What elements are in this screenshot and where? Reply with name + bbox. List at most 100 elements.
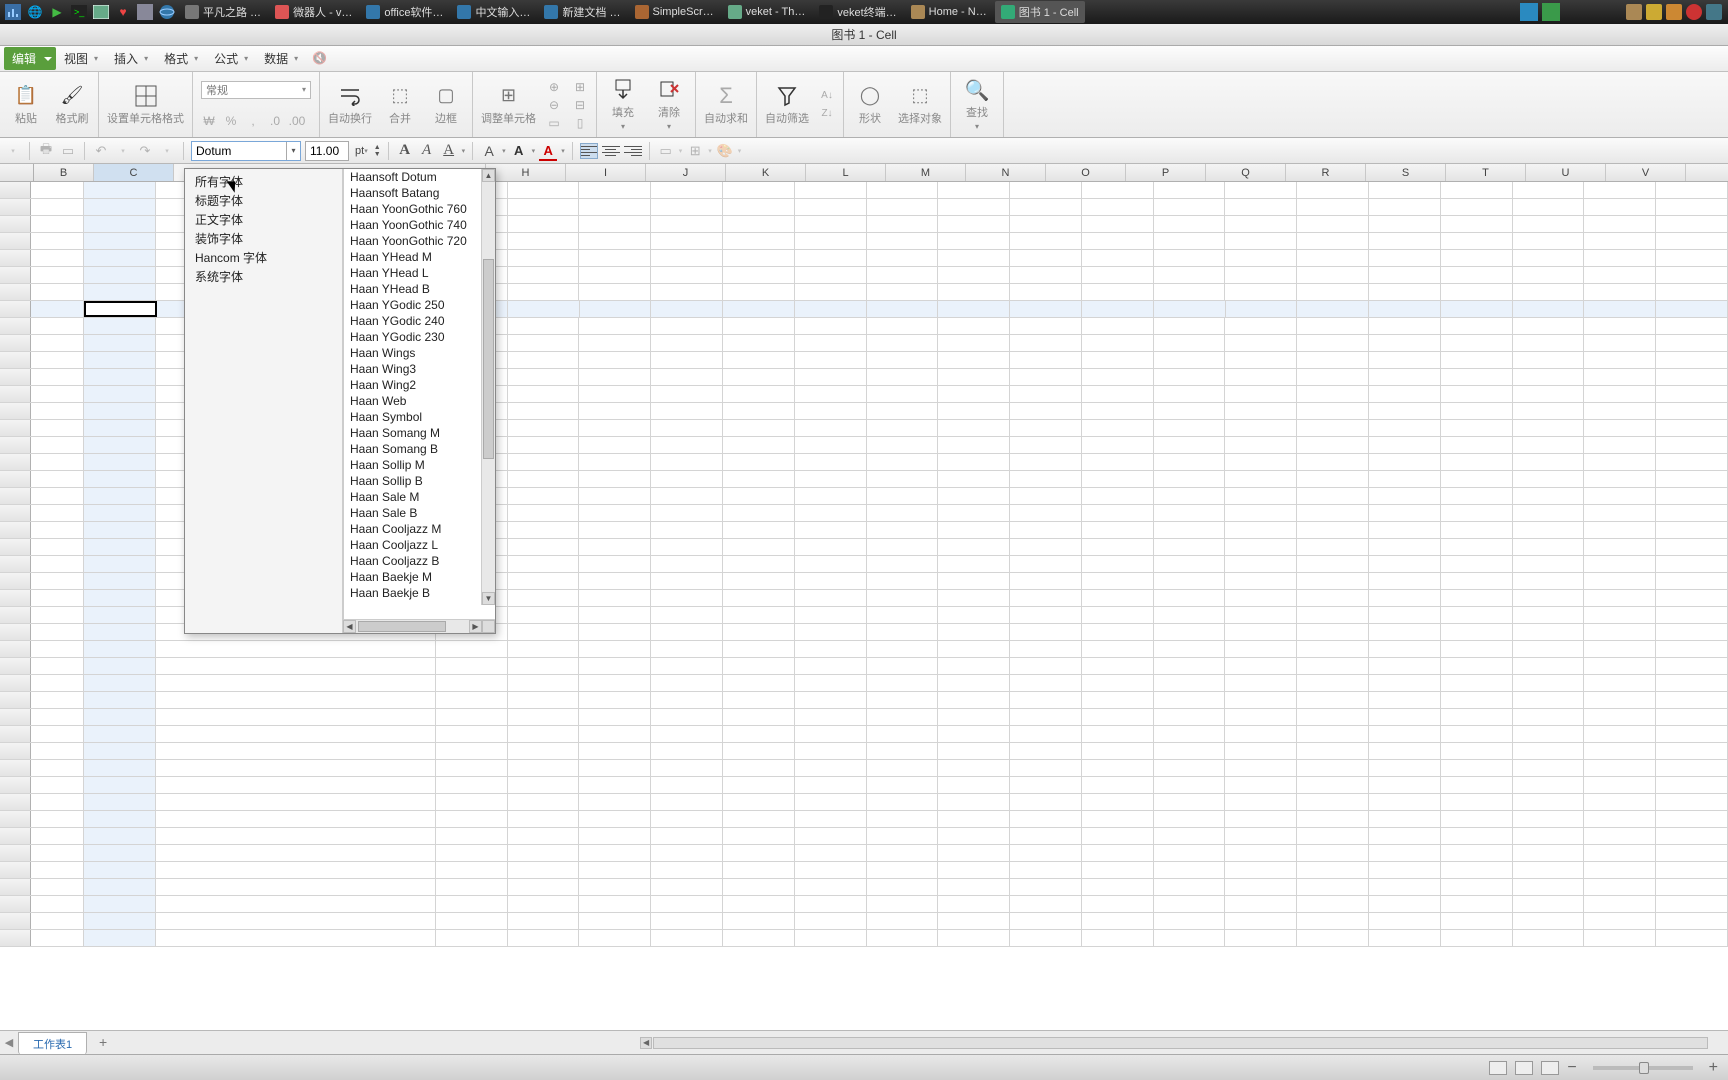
cell[interactable]	[1441, 369, 1513, 385]
cell[interactable]	[1513, 573, 1585, 589]
cell[interactable]	[1441, 641, 1513, 657]
cell[interactable]	[651, 284, 723, 300]
cell[interactable]	[938, 828, 1010, 844]
cell[interactable]	[1297, 369, 1369, 385]
cell[interactable]	[1441, 590, 1513, 606]
cell[interactable]	[1656, 369, 1728, 385]
cell[interactable]	[723, 182, 795, 198]
cell[interactable]	[1584, 760, 1656, 776]
cell[interactable]	[84, 505, 156, 521]
row-header[interactable]	[0, 573, 31, 589]
cell[interactable]	[1225, 743, 1297, 759]
col-header[interactable]: N	[966, 164, 1046, 181]
cell[interactable]	[579, 896, 651, 912]
cell[interactable]	[1584, 607, 1656, 623]
cell[interactable]	[651, 522, 723, 538]
scroll-left-arrow[interactable]: ◀	[343, 620, 356, 633]
cell[interactable]	[938, 879, 1010, 895]
cell[interactable]	[723, 471, 795, 487]
cell[interactable]	[867, 250, 939, 266]
cell[interactable]	[579, 420, 651, 436]
highlight-color-button[interactable]: A	[510, 142, 528, 160]
cell[interactable]	[1584, 420, 1656, 436]
cell[interactable]	[1010, 301, 1082, 317]
row-header[interactable]	[0, 471, 31, 487]
font-list-item[interactable]: Haan Baekje B	[344, 585, 495, 601]
font-color-button[interactable]: A	[539, 142, 557, 160]
cell[interactable]	[84, 896, 156, 912]
cell[interactable]	[1656, 420, 1728, 436]
cell[interactable]	[1513, 539, 1585, 555]
cell[interactable]	[1513, 301, 1585, 317]
cell[interactable]	[1154, 845, 1226, 861]
cell[interactable]	[31, 913, 85, 929]
app-icon-2[interactable]	[1542, 3, 1560, 21]
cell[interactable]	[156, 692, 436, 708]
cell[interactable]	[579, 845, 651, 861]
cell[interactable]	[1297, 420, 1369, 436]
font-list-item[interactable]: Haan Wing3	[344, 361, 495, 377]
cell[interactable]	[795, 896, 867, 912]
cell[interactable]	[1656, 675, 1728, 691]
cell[interactable]	[1154, 403, 1226, 419]
cell[interactable]	[508, 437, 580, 453]
cell[interactable]	[1369, 726, 1441, 742]
cell[interactable]	[31, 692, 85, 708]
chevron-down-icon[interactable]: ▾	[286, 142, 300, 160]
cell[interactable]	[31, 403, 85, 419]
cell[interactable]	[1010, 488, 1082, 504]
cell[interactable]	[1225, 811, 1297, 827]
cell[interactable]	[1441, 794, 1513, 810]
cell[interactable]	[1082, 794, 1154, 810]
cell[interactable]	[867, 420, 939, 436]
cell[interactable]	[84, 573, 156, 589]
cell[interactable]	[1297, 522, 1369, 538]
cell[interactable]	[795, 573, 867, 589]
cell[interactable]	[508, 675, 580, 691]
cell[interactable]	[1082, 556, 1154, 572]
taskbar-item-4[interactable]: 新建文档 …	[538, 1, 626, 23]
cell[interactable]	[1297, 488, 1369, 504]
cell[interactable]	[795, 182, 867, 198]
cell[interactable]	[579, 488, 651, 504]
cell[interactable]	[1010, 692, 1082, 708]
cell[interactable]	[795, 709, 867, 725]
cell[interactable]	[651, 437, 723, 453]
cell[interactable]	[938, 777, 1010, 793]
comma-icon[interactable]: ,	[245, 113, 261, 129]
cell[interactable]	[31, 284, 85, 300]
cell[interactable]	[508, 913, 580, 929]
cell[interactable]	[508, 250, 580, 266]
cell[interactable]	[651, 896, 723, 912]
cell[interactable]	[867, 896, 939, 912]
cell[interactable]	[508, 199, 580, 215]
cell[interactable]	[1082, 743, 1154, 759]
cell[interactable]	[867, 233, 939, 249]
cell[interactable]	[723, 352, 795, 368]
taskbar-item-3[interactable]: 中文输入…	[451, 1, 536, 23]
cell[interactable]	[1584, 522, 1656, 538]
row-header[interactable]	[0, 488, 31, 504]
cell[interactable]	[723, 573, 795, 589]
cell[interactable]	[1225, 624, 1297, 640]
cell[interactable]	[84, 250, 156, 266]
cell[interactable]	[1297, 318, 1369, 334]
cell[interactable]	[867, 879, 939, 895]
cell[interactable]	[795, 556, 867, 572]
col-header[interactable]: U	[1526, 164, 1606, 181]
chevron-down-icon[interactable]: ▾	[708, 147, 712, 155]
cell[interactable]	[867, 624, 939, 640]
cell[interactable]	[1656, 250, 1728, 266]
cell[interactable]	[579, 913, 651, 929]
row-header[interactable]	[0, 522, 31, 538]
cell[interactable]	[1656, 267, 1728, 283]
cell[interactable]	[1513, 471, 1585, 487]
cell[interactable]	[1369, 454, 1441, 470]
shape-button[interactable]: ◯形状	[852, 84, 888, 126]
cell[interactable]	[1513, 267, 1585, 283]
cell[interactable]	[1297, 726, 1369, 742]
cell[interactable]	[31, 845, 85, 861]
cell[interactable]	[508, 828, 580, 844]
undo-icon[interactable]: ↶	[92, 142, 110, 160]
cell[interactable]	[1154, 590, 1226, 606]
